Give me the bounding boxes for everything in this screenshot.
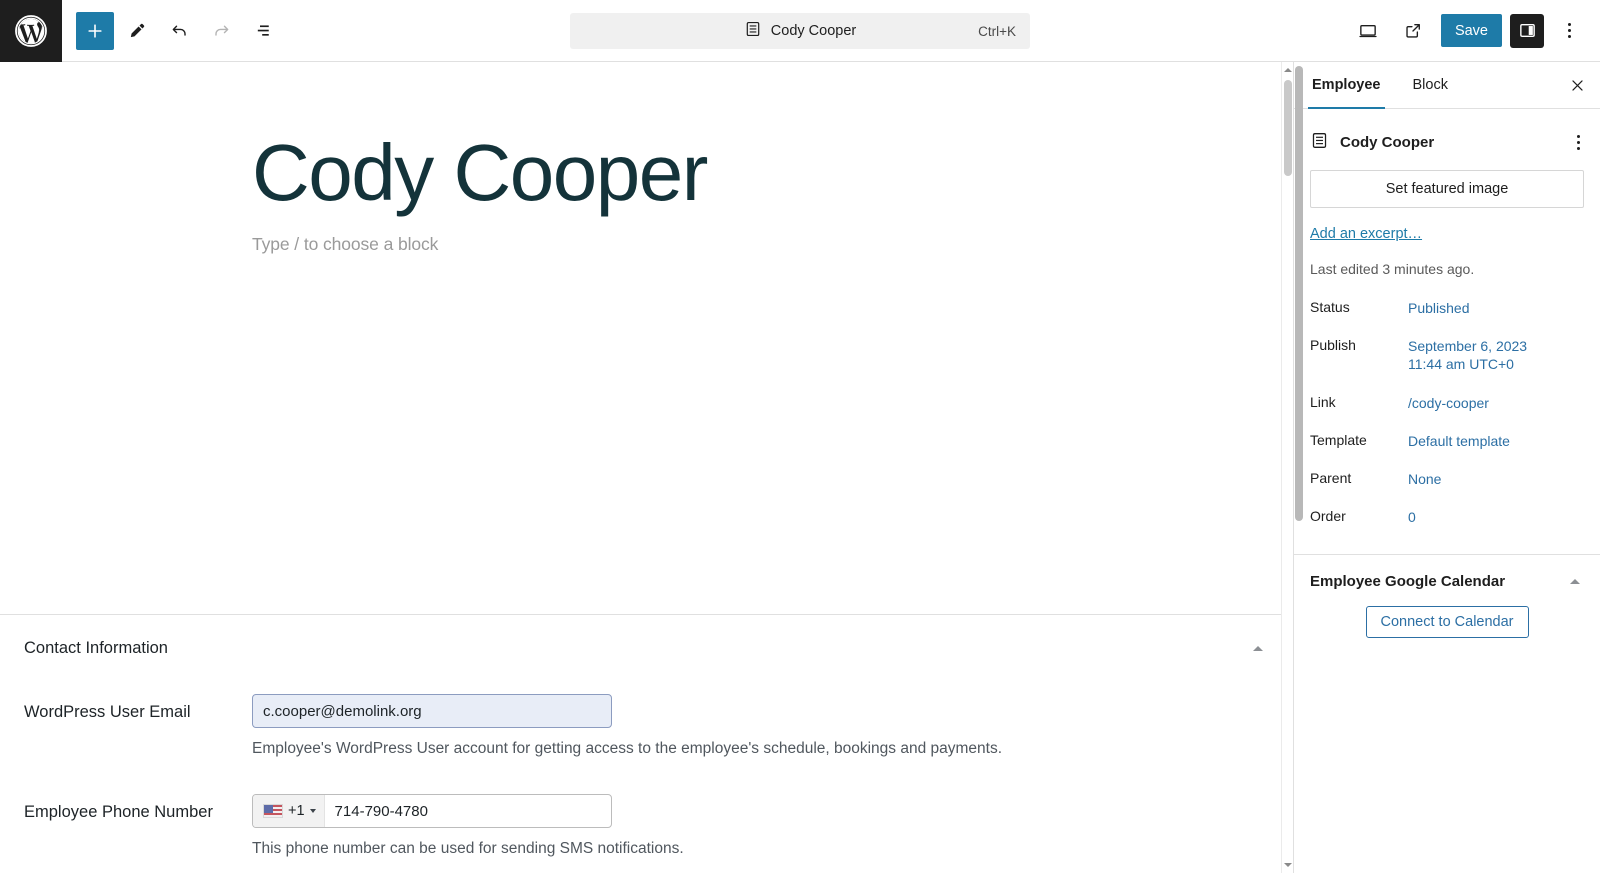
meta-row-order: Order 0 <box>1310 508 1584 526</box>
connect-to-calendar-button[interactable]: Connect to Calendar <box>1365 606 1529 639</box>
country-code-selector[interactable]: +1 <box>253 795 325 827</box>
document-meta-list: Status Published Publish September 6, 20… <box>1310 299 1584 526</box>
command-bar[interactable]: Cody Cooper Ctrl+K <box>570 13 1030 49</box>
wordpress-user-email-input[interactable] <box>252 694 612 728</box>
page-title[interactable]: Cody Cooper <box>252 130 1293 216</box>
editor-top-toolbar: Cody Cooper Ctrl+K Save <box>0 0 1600 62</box>
meta-row-status: Status Published <box>1310 299 1584 317</box>
toolbar-left-group <box>62 11 282 50</box>
scrollbar-up-arrow[interactable] <box>1282 64 1293 76</box>
set-featured-image-button[interactable]: Set featured image <box>1310 170 1584 208</box>
redo-button[interactable] <box>202 12 240 50</box>
command-bar-title: Cody Cooper <box>770 23 857 39</box>
settings-sidebar-icon[interactable] <box>1510 13 1544 48</box>
external-link-icon[interactable] <box>1395 12 1433 50</box>
editor-body: Cody Cooper Type / to choose a block Con… <box>0 62 1600 873</box>
scrollbar-thumb[interactable] <box>1284 80 1292 176</box>
employee-phone-number-help: This phone number can be used for sendin… <box>252 840 684 857</box>
scrollbar-down-arrow[interactable] <box>1282 859 1293 871</box>
meta-row-publish: Publish September 6, 2023 11:44 am UTC+0 <box>1310 337 1584 373</box>
employee-phone-number-label: Employee Phone Number <box>24 803 213 821</box>
document-overview-list-icon[interactable] <box>244 12 282 50</box>
phone-input-group[interactable]: +1 <box>252 794 612 828</box>
panel-title: Employee Google Calendar <box>1310 573 1506 591</box>
command-bar-center: Cody Cooper <box>584 20 1016 43</box>
document-title: Cody Cooper <box>1340 134 1435 151</box>
contact-information-metabox: Contact Information WordPress User Email… <box>0 615 1293 873</box>
panel-header[interactable]: Employee Google Calendar <box>1310 573 1584 590</box>
chevron-down-icon <box>309 809 316 813</box>
meta-value-parent[interactable]: None <box>1408 470 1441 488</box>
meta-key: Link <box>1310 393 1336 410</box>
desktop-preview-icon[interactable] <box>1349 12 1387 50</box>
editor-column: Cody Cooper Type / to choose a block Con… <box>0 62 1293 873</box>
country-code-value: +1 <box>288 803 305 819</box>
meta-key: Publish <box>1310 337 1356 354</box>
triangle-up-icon[interactable] <box>1247 642 1269 655</box>
tools-pencil-button[interactable] <box>118 12 156 50</box>
page-document-icon <box>744 20 762 43</box>
add-excerpt-link[interactable]: Add an excerpt… <box>1310 226 1422 242</box>
meta-key: Status <box>1310 299 1350 315</box>
wordpress-user-email-label: WordPress User Email <box>24 703 191 721</box>
metabox-title: Contact Information <box>24 639 168 657</box>
editor-scrollbar[interactable] <box>1281 62 1293 873</box>
employee-google-calendar-panel: Employee Google Calendar Connect to Cale… <box>1294 554 1600 639</box>
meta-value-publish[interactable]: September 6, 2023 11:44 am UTC+0 <box>1408 337 1527 373</box>
tab-employee[interactable]: Employee <box>1296 62 1397 109</box>
field-row-employee-phone-number: Employee Phone Number +1 714-790-4780 Th… <box>0 794 1293 858</box>
block-editor-canvas[interactable]: Cody Cooper Type / to choose a block <box>0 62 1293 615</box>
sidebar-scrollbar[interactable] <box>1294 62 1304 873</box>
kebab-menu-icon[interactable] <box>1552 14 1586 48</box>
kebab-menu-icon[interactable] <box>1573 129 1584 156</box>
publish-date: September 6, 2023 <box>1408 338 1528 355</box>
meta-row-template: Template Default template <box>1310 432 1584 450</box>
sidebar-tabs: Employee Block <box>1294 62 1600 109</box>
add-block-button[interactable] <box>76 11 114 50</box>
toolbar-right-group: Save <box>1349 12 1600 50</box>
meta-row-link: Link /cody-cooper <box>1310 394 1584 412</box>
meta-key: Order <box>1310 508 1346 525</box>
publish-time: 11:44 am UTC+0 <box>1408 356 1514 373</box>
save-button[interactable]: Save <box>1440 14 1502 47</box>
meta-value-template[interactable]: Default template <box>1408 432 1510 450</box>
triangle-up-icon[interactable] <box>1566 575 1584 588</box>
employee-phone-number-control: +1 This phone number can be used for sen… <box>252 794 1012 858</box>
settings-sidebar: Employee Block Cody Cooper Set featured … <box>1293 62 1600 873</box>
meta-key: Template <box>1310 431 1367 448</box>
undo-button[interactable] <box>160 12 198 50</box>
meta-value-order[interactable]: 0 <box>1408 508 1416 526</box>
empty-block-placeholder[interactable]: Type / to choose a block <box>252 234 1293 255</box>
wordpress-block-editor: Cody Cooper Ctrl+K Save Cody Cooper Type… <box>0 0 1600 873</box>
command-bar-shortcut: Ctrl+K <box>978 23 1016 39</box>
meta-key: Parent <box>1310 469 1352 486</box>
document-summary-row: Cody Cooper <box>1310 125 1584 170</box>
close-icon[interactable] <box>1554 62 1600 108</box>
field-row-wordpress-user-email: WordPress User Email Employee's WordPres… <box>0 694 1293 758</box>
page-document-icon <box>1310 131 1329 155</box>
wordpress-user-email-control: Employee's WordPress User account for ge… <box>252 694 1012 758</box>
meta-value-link[interactable]: /cody-cooper <box>1408 394 1489 412</box>
last-edited-text: Last edited 3 minutes ago. <box>1310 261 1475 277</box>
wordpress-user-email-help: Employee's WordPress User account for ge… <box>252 740 1003 757</box>
meta-row-parent: Parent None <box>1310 470 1584 488</box>
meta-value-status[interactable]: Published <box>1408 299 1470 317</box>
us-flag-icon <box>263 804 283 818</box>
tab-block[interactable]: Block <box>1397 62 1464 108</box>
employee-phone-number-input[interactable] <box>324 795 611 827</box>
connect-button-wrapper: Connect to Calendar <box>1310 590 1584 639</box>
metabox-header: Contact Information <box>0 615 1293 658</box>
document-settings-panel: Cody Cooper Set featured image Add an ex… <box>1294 109 1600 546</box>
sidebar-scrollbar-thumb[interactable] <box>1295 66 1303 521</box>
wordpress-logo-icon[interactable] <box>0 0 62 62</box>
